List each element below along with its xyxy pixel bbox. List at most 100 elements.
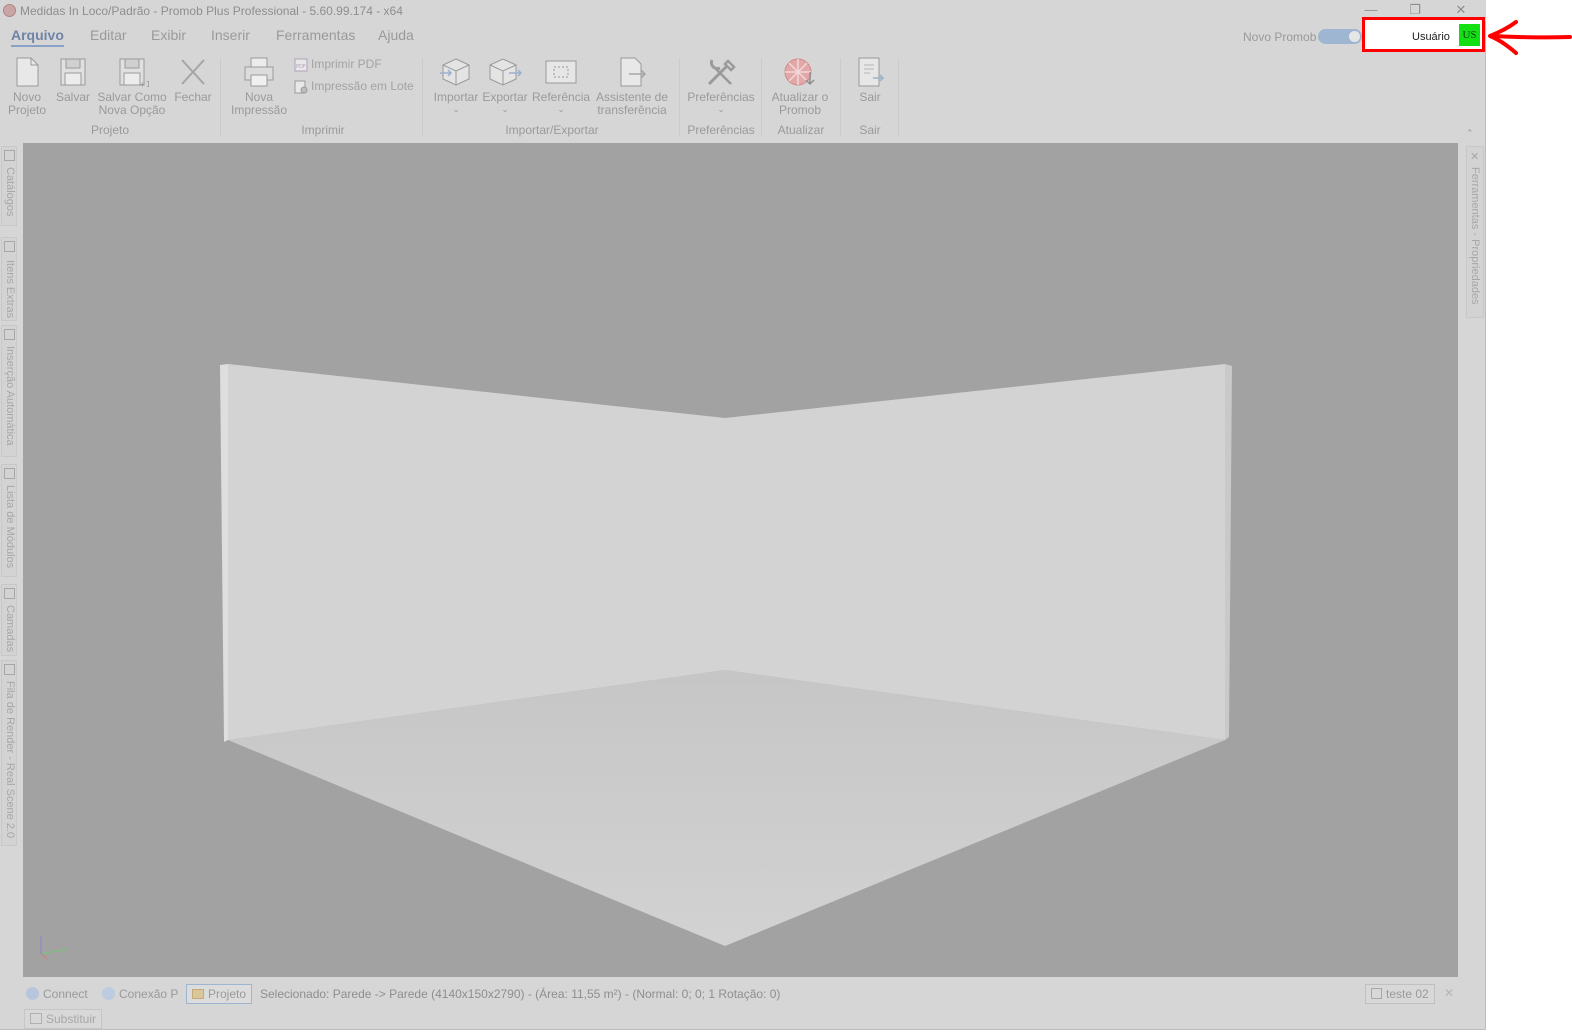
status-connect[interactable]: Connect — [26, 987, 88, 1001]
preferencias-button[interactable]: Preferências ⌄ — [686, 56, 756, 114]
svg-text:PDF: PDF — [296, 64, 306, 70]
ribbon-separator — [220, 58, 221, 136]
side-tab-itens-extras[interactable]: Itens Extras — [1, 237, 17, 321]
toggle-knob — [1349, 31, 1360, 42]
exit-icon — [858, 57, 885, 87]
group-label-importar-exportar: Importar/Exportar — [505, 123, 599, 137]
exportar-button[interactable]: Exportar ⌄ — [481, 56, 529, 114]
ribbon-separator — [761, 58, 762, 136]
annotation-arrow-icon — [1488, 20, 1572, 55]
importar-label: Importar — [433, 90, 479, 104]
ribbon-collapse-icon[interactable]: ⌃ — [1466, 128, 1474, 139]
3d-viewport[interactable] — [23, 143, 1458, 977]
side-tab-label: Itens Extras — [4, 260, 16, 319]
group-label-imprimir: Imprimir — [301, 123, 345, 137]
status-bar: Connect Conexão P Projeto Selecionado: P… — [18, 981, 1466, 1007]
assistente-label-1: Assistente de — [595, 90, 669, 104]
ribbon-separator — [679, 58, 680, 136]
side-tab-catalogos[interactable]: Catálogos — [1, 146, 17, 226]
imprimir-pdf-button[interactable]: PDF Imprimir PDF — [294, 57, 382, 72]
salvar-como-button[interactable]: +1 Salvar Como Nova Opção — [97, 56, 167, 117]
pdf-icon: PDF — [294, 58, 308, 72]
ribbon-separator — [422, 58, 423, 136]
atualizar-label-2: Promob — [778, 103, 822, 117]
document-tab-teste-02[interactable]: teste 02 — [1365, 984, 1435, 1004]
axis-y-icon — [40, 953, 48, 960]
user-avatar[interactable]: US — [1459, 24, 1480, 46]
tab-ajuda[interactable]: Ajuda — [378, 27, 414, 43]
tab-ferramentas[interactable]: Ferramentas — [276, 27, 355, 43]
imprimir-pdf-label: Imprimir PDF — [311, 57, 382, 71]
referencia-button[interactable]: Referência ⌄ — [532, 56, 590, 114]
salvar-como-label-2: Nova Opção — [98, 103, 166, 117]
chevron-down-icon: ⌄ — [557, 104, 565, 114]
novo-projeto-button[interactable]: Novo Projeto — [6, 56, 48, 117]
group-label-projeto: Projeto — [90, 123, 130, 137]
status-conexao[interactable]: Conexão P — [102, 987, 178, 1001]
axis-x-icon — [40, 948, 68, 955]
atualizar-promob-button[interactable]: Atualizar o Promob — [766, 56, 834, 117]
save-as-icon: +1 — [119, 58, 149, 88]
user-account-highlight[interactable]: Usuário US — [1362, 17, 1485, 52]
status-conexao-label: Conexão P — [119, 987, 179, 1001]
side-tab-camadas[interactable]: Camadas — [1, 584, 17, 656]
reference-icon — [545, 60, 577, 84]
tab-inserir[interactable]: Inserir — [211, 27, 250, 43]
chevron-down-icon: ⌄ — [717, 104, 725, 114]
svg-text:+1: +1 — [139, 80, 149, 88]
assistente-label-2: transferência — [597, 103, 667, 117]
promob-app-icon — [3, 4, 16, 17]
assistente-transferencia-button[interactable]: Assistente de transferência — [594, 56, 670, 117]
render-queue-icon — [4, 664, 15, 675]
auto-insert-icon — [4, 329, 15, 340]
impressao-lote-button[interactable]: Impressão em Lote — [294, 79, 414, 94]
status-projeto-tab[interactable]: Projeto — [186, 984, 253, 1004]
side-tab-label: Inserção Automática — [4, 346, 16, 446]
fechar-label: Fechar — [174, 90, 212, 104]
tab-exibir[interactable]: Exibir — [151, 27, 186, 43]
nova-impressao-button[interactable]: Nova Impressão — [230, 56, 288, 117]
wrench-icon: ✕ — [1470, 151, 1480, 163]
module-list-icon — [4, 468, 15, 479]
substituir-label: Substituir — [46, 1012, 97, 1026]
side-tab-label: Catálogos — [4, 167, 16, 217]
document-icon — [1371, 988, 1382, 999]
fechar-button[interactable]: Fechar — [172, 56, 214, 104]
export-box-icon — [489, 58, 522, 86]
folder-icon — [192, 989, 204, 999]
side-tab-ferramentas-propriedades[interactable]: ✕ Ferramentas - Propriedades — [1466, 146, 1484, 318]
tab-editar[interactable]: Editar — [90, 27, 127, 43]
preferencias-label: Preferências — [687, 90, 755, 104]
salvar-como-label-1: Salvar Como — [97, 90, 167, 104]
nova-impressao-label-2: Impressão — [230, 103, 288, 117]
novo-promob-toggle[interactable] — [1318, 29, 1362, 44]
side-tab-lista-de-modulos[interactable]: Lista de Módulos — [1, 464, 17, 577]
ribbon-separator — [840, 58, 841, 136]
left-dock-panel: Catálogos Itens Extras Inserção Automáti… — [0, 146, 18, 852]
status-selection-text: Selecionado: Parede -> Parede (4140x150x… — [260, 987, 781, 1001]
status-projeto-label: Projeto — [208, 987, 247, 1001]
save-icon — [60, 58, 86, 86]
tools-icon — [707, 59, 736, 86]
salvar-label: Salvar — [55, 90, 90, 104]
substituir-button[interactable]: Substituir — [24, 1009, 103, 1029]
importar-button[interactable]: Importar ⌄ — [431, 56, 481, 114]
close-document-icon[interactable]: ✕ — [1444, 986, 1454, 1000]
tab-arquivo[interactable]: Arquivo — [11, 27, 64, 47]
chevron-down-icon: ⌄ — [452, 104, 460, 114]
new-document-icon — [16, 57, 39, 87]
transfer-document-icon — [620, 57, 647, 87]
side-tab-fila-de-render[interactable]: Fila de Render - Real Scene 2.0 — [1, 660, 17, 846]
side-tab-label: Camadas — [4, 605, 16, 653]
salvar-button[interactable]: Salvar — [53, 56, 93, 104]
atualizar-label-1: Atualizar o — [771, 90, 829, 104]
connect-icon — [26, 987, 39, 1000]
title-bar: Medidas In Loco/Padrão - Promob Plus Pro… — [0, 0, 1486, 22]
scene-render — [40, 364, 1232, 960]
sair-button[interactable]: Sair — [846, 56, 894, 104]
document-tab-label: teste 02 — [1386, 987, 1429, 1001]
right-wall-edge — [1225, 364, 1232, 740]
side-tab-insercao-automatica[interactable]: Inserção Automática — [1, 325, 17, 457]
update-icon — [784, 58, 815, 86]
layers-icon — [4, 588, 15, 599]
